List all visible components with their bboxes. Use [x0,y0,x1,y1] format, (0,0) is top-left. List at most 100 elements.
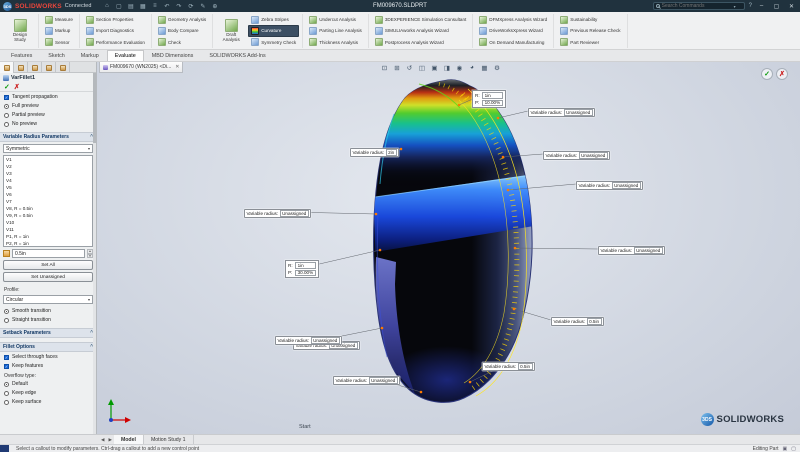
status-panel-icon[interactable]: ▢ [791,446,796,452]
variable-radius-callout[interactable]: Variable radius: Unassigned [333,376,401,385]
ribbon-tool[interactable]: Sensor [42,37,76,48]
variable-radius-callout[interactable]: Variable radius: Unassigned [598,246,666,255]
ribbon-tool[interactable]: SIMULIAworks Analysis Wizard [372,25,469,36]
ribbon-tool[interactable]: Postprocess Analysis Wizard [372,37,469,48]
ribbon-tool[interactable]: Parting Line Analysis [306,25,365,36]
hud-icon[interactable]: ◕ [467,63,478,73]
graphics-viewport[interactable]: FM009670 (WN2025) <Di... ✕ ⊡ ⊞ ↺ ◫ ▣ ◨ ◉ ◕ ▦ ⚙ ✓ … [97,62,800,434]
ribbon-tool[interactable]: Performance Evaluation [83,37,148,48]
maximize-button[interactable]: ▢ [771,3,782,10]
ribbon-tool[interactable]: Undercut Analysis [306,14,365,25]
search-input[interactable] [661,3,732,9]
ribbon-tool[interactable]: Import Diagnostics [83,25,148,36]
ribbon-tool[interactable]: DriveWorksXpress Wizard [476,25,550,36]
ribbon-tool[interactable]: Check [155,37,209,48]
preview-radio[interactable]: No preview [0,119,96,128]
radius-list-item[interactable]: V8, R = 0.5in [4,205,92,212]
preview-radio[interactable]: Full preview [0,101,96,110]
quick-access-icon[interactable]: ⟳ [186,2,195,11]
radius-list-item[interactable]: V11 [4,226,92,233]
bottom-tab[interactable]: Model [113,434,144,445]
variable-radius-callout[interactable]: Variable radius: Unassigned [244,209,312,218]
transition-radio[interactable]: Smooth transition [0,306,96,315]
overflow-radio[interactable]: Default [0,379,96,388]
command-tab[interactable]: Sketch [40,50,72,61]
ribbon-tool[interactable]: Previous Release Check [557,25,623,36]
doc-tab-close-icon[interactable]: ✕ [175,64,179,70]
quick-access-icon[interactable]: ≡ [150,2,159,11]
fillet-option-checkbox[interactable]: Keep features [0,361,96,370]
hud-icon[interactable]: ⊡ [379,63,390,73]
pm-tab-dimxpert[interactable] [42,62,56,73]
help-button[interactable]: ? [749,3,752,9]
symmetry-dropdown[interactable]: Symmetric [3,144,93,153]
variable-radius-callout[interactable]: Variable radius: 0.5in [482,362,536,371]
control-point-callout[interactable]: R: 1in P: 10.00% [472,90,507,108]
quick-access-icon[interactable]: ▤ [126,2,135,11]
ribbon-tool[interactable]: Body Compare [155,25,209,36]
ribbon-tool[interactable]: Design Study [5,14,35,48]
variable-radius-callout[interactable]: Variable radius: 2in [350,148,400,157]
radius-list-item[interactable]: V7 [4,198,92,205]
radius-list-item[interactable]: V6 [4,191,92,198]
hud-icon[interactable]: ⚙ [492,63,503,73]
radius-value-field[interactable]: 0.5in [12,249,85,258]
tab-scroll-left-icon[interactable]: ◀ [99,437,106,443]
radius-list-item[interactable]: V4 [4,177,92,184]
command-tab[interactable]: MBD Dimensions [144,50,202,61]
radius-list-item[interactable]: V3 [4,170,92,177]
tangent-propagation-checkbox[interactable]: Tangent propagation [0,92,96,101]
ribbon-tool[interactable]: DFMXpress Analysis Wizard [476,14,550,25]
ribbon-tool[interactable]: Section Properties [83,14,148,25]
control-point-callout[interactable]: R: 1in P: 30.00% [285,260,320,278]
transition-radio[interactable]: Straight transition [0,315,96,324]
status-grid-icon[interactable]: ▣ [783,446,788,452]
radius-list-item[interactable]: V2 [4,163,92,170]
radius-list-item[interactable]: V9, R = 0.5in [4,212,92,219]
preview-radio[interactable]: Partial preview [0,110,96,119]
command-tab[interactable]: Features [3,50,40,61]
command-tab[interactable]: SOLIDWORKS Add-Ins [201,50,273,61]
tab-scroll-right-icon[interactable]: ▶ [106,437,113,443]
radius-list-item[interactable]: P1, R = 1in [4,233,92,240]
quick-access-icon[interactable]: ✎ [198,2,207,11]
confirm-cancel-button[interactable]: ✗ [776,68,788,80]
variable-radius-callout[interactable]: Variable radius: Unassigned [275,336,343,345]
quick-access-icon[interactable]: ▢ [114,2,123,11]
document-window-tab[interactable]: FM009670 (WN2025) <Di... ✕ [99,62,184,73]
command-tab[interactable]: Markup [73,50,107,61]
hud-icon[interactable]: ◫ [417,63,428,73]
minimize-button[interactable]: – [756,3,767,9]
pm-tab-configurations[interactable] [28,62,42,73]
radius-list[interactable]: V1 V2 V3 V4 V5 V6 V7 V8, R = 0.5in V9, R = 0.5in… [3,155,93,247]
model-3d[interactable] [97,62,800,434]
variable-radius-callout[interactable]: Variable radius: Unassigned [528,108,596,117]
ribbon-tool[interactable]: Zebra Stripes [248,14,299,25]
quick-access-icon[interactable]: ▦ [138,2,147,11]
variable-radius-callout[interactable]: Variable radius: 0.5in [551,317,605,326]
cancel-button[interactable]: ✗ [14,83,20,91]
ribbon-tool[interactable]: Sustainability [557,14,623,25]
hud-icon[interactable]: ▣ [429,63,440,73]
overflow-radio[interactable]: Keep edge [0,388,96,397]
search-commands-box[interactable]: ▾ [652,2,745,10]
quick-access-icon[interactable]: ↷ [174,2,183,11]
ribbon-tool[interactable]: Thickness Analysis [306,37,365,48]
variable-radius-callout[interactable]: Variable radius: Unassigned [576,181,644,190]
overflow-radio[interactable]: Keep surface [0,397,96,406]
hud-icon[interactable]: ◨ [442,63,453,73]
command-tab[interactable]: Evaluate [106,50,144,61]
hud-icon[interactable]: ↺ [404,63,415,73]
pm-scrollbar[interactable] [93,73,96,434]
section-variable-radius[interactable]: Variable Radius Parameters [0,132,96,142]
ribbon-tool[interactable]: Geometry Analysis [155,14,209,25]
radius-list-item[interactable]: P2, R = 1in [4,240,92,246]
quick-access-icon[interactable]: ⊕ [210,2,219,11]
variable-radius-callout[interactable]: Variable radius: Unassigned [543,151,611,160]
quick-access-icon[interactable]: ↶ [162,2,171,11]
section-setback-parameters[interactable]: Setback Parameters [0,328,96,338]
profile-dropdown[interactable]: Circular [3,295,93,304]
ribbon-tool[interactable]: Draft Analysis [216,14,246,48]
hud-icon[interactable]: ▦ [479,63,490,73]
radius-list-item[interactable]: V1 [4,156,92,163]
